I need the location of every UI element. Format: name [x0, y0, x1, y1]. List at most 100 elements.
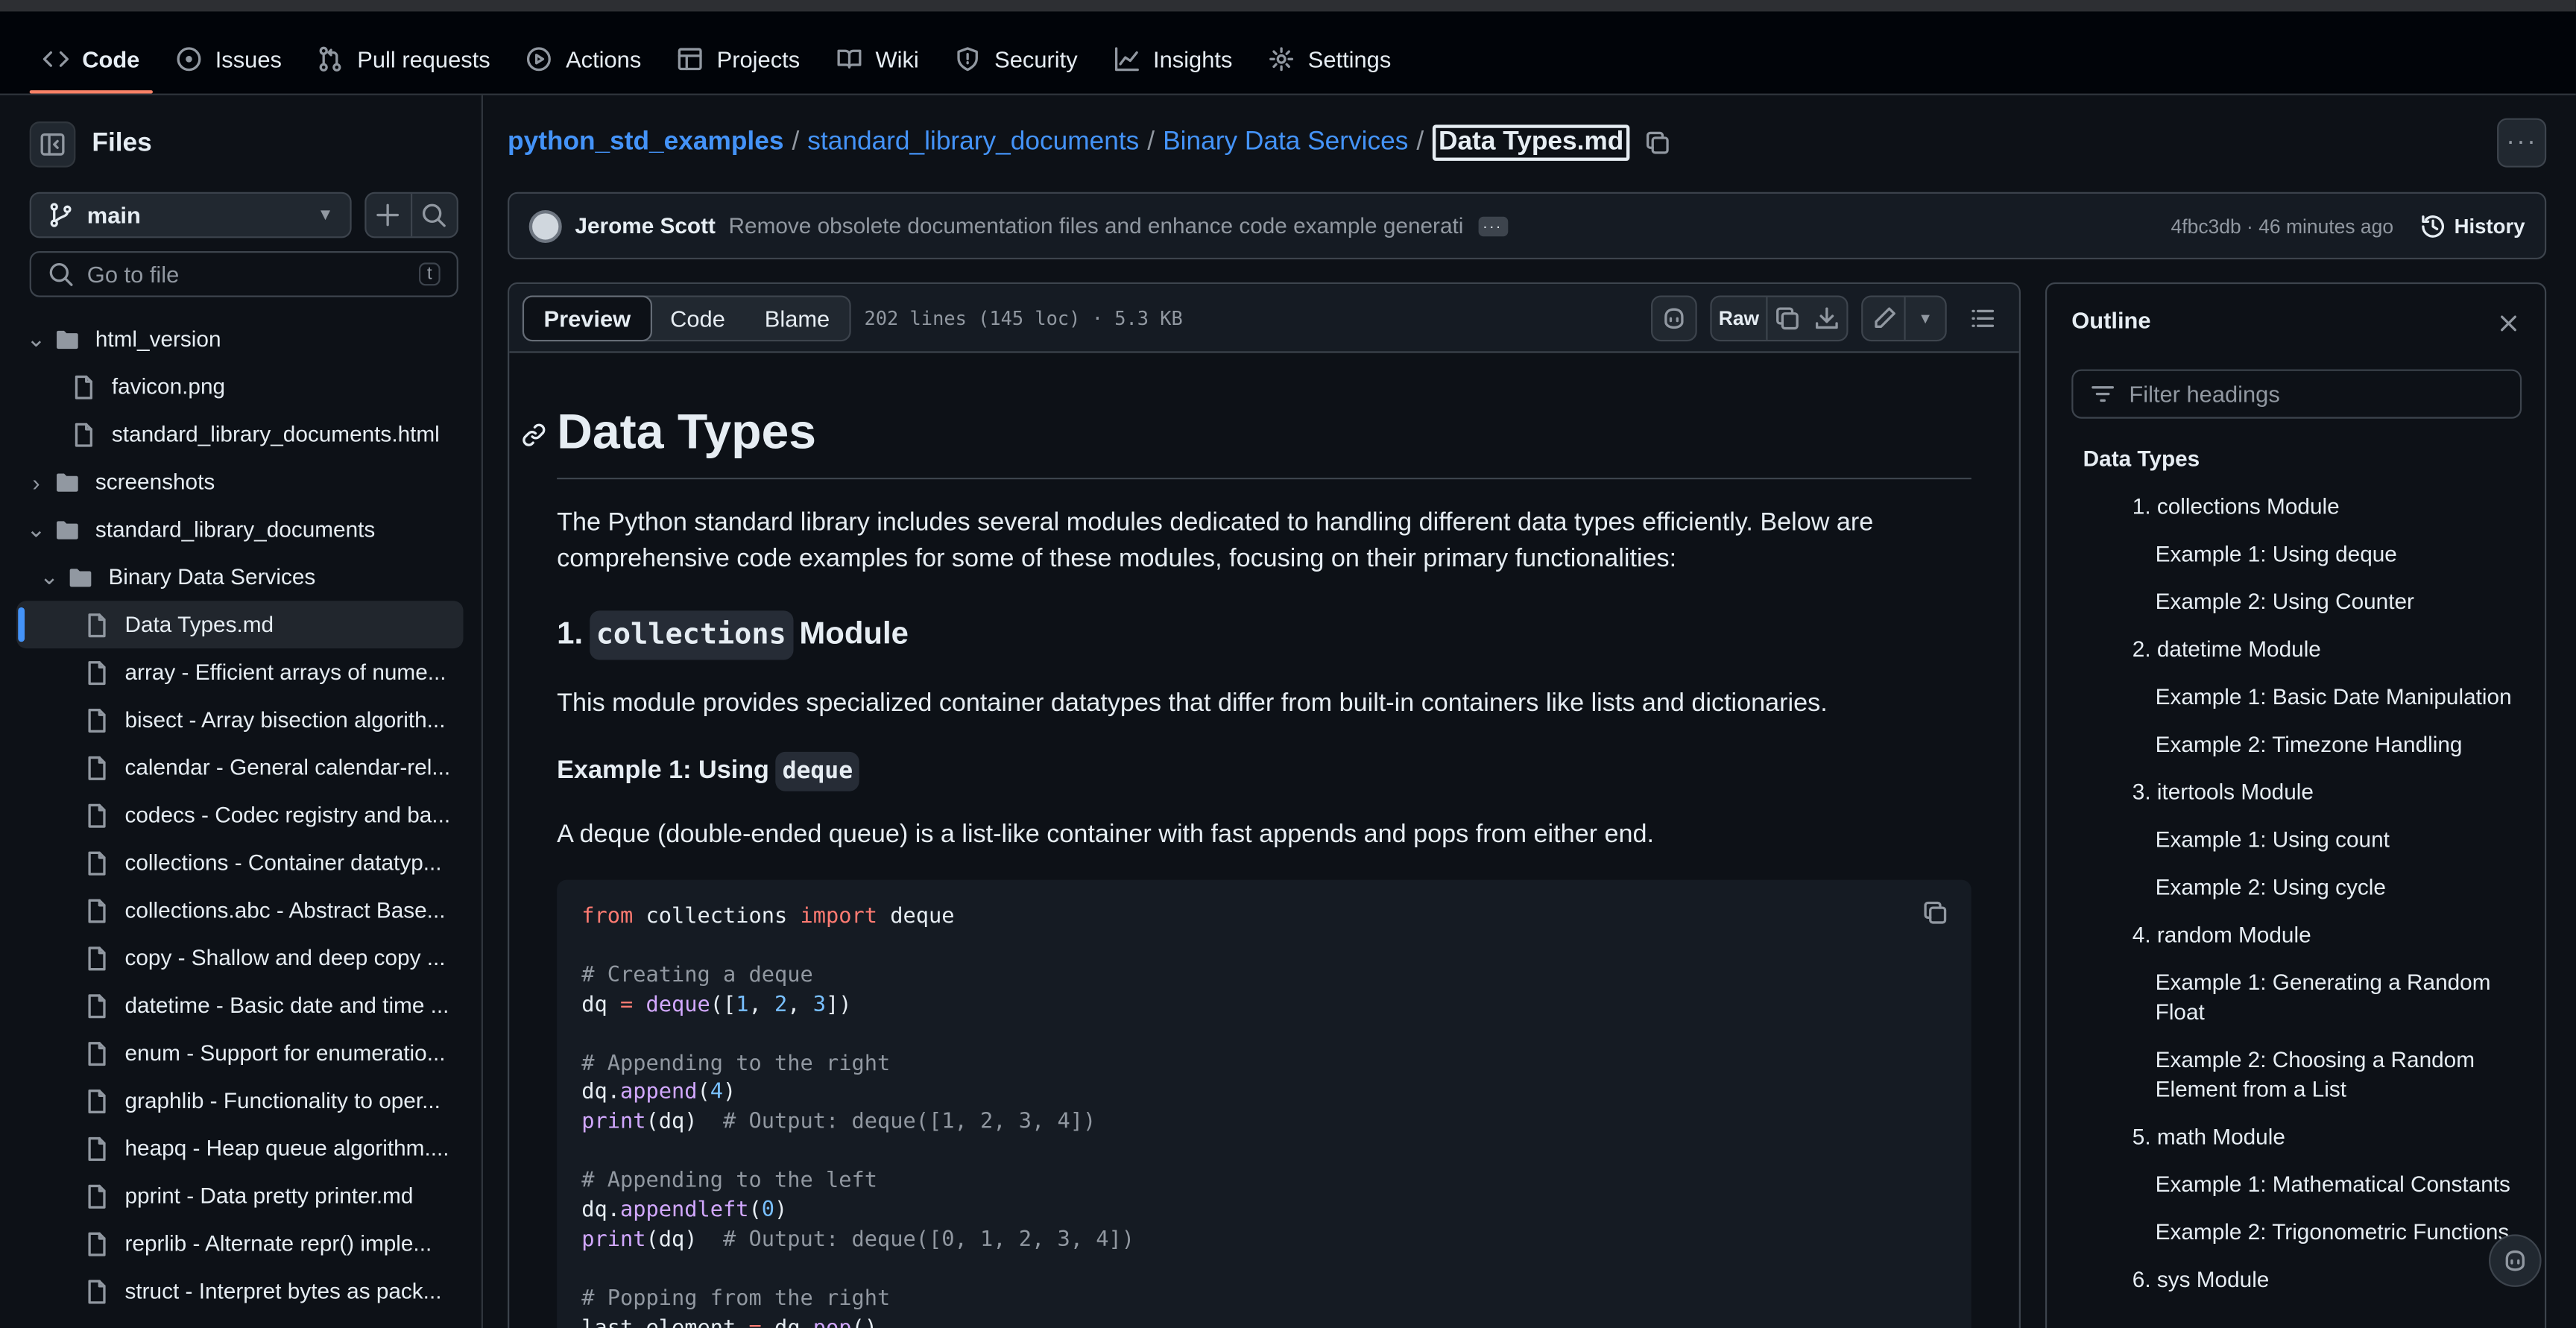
copy-raw-button[interactable]: [1768, 297, 1808, 339]
file-icon: [66, 373, 101, 399]
filter-headings-input[interactable]: Filter headings: [2071, 369, 2522, 419]
edit-dropdown-button[interactable]: ▼: [1906, 297, 1945, 339]
gear-icon: [1269, 46, 1295, 72]
outline-item[interactable]: 6. sys Module: [2083, 1256, 2527, 1303]
chevron-down-icon[interactable]: ⌄: [36, 563, 62, 591]
download-button[interactable]: [1807, 297, 1846, 339]
chevron-right-icon[interactable]: ›: [23, 469, 49, 495]
tree-file[interactable]: collections - Container datatyp...: [16, 839, 463, 887]
tab-label: Settings: [1307, 45, 1392, 72]
tree-file[interactable]: enum - Support for enumeratio...: [16, 1029, 463, 1077]
folder-icon: [49, 516, 85, 543]
blame-tab[interactable]: Blame: [745, 297, 849, 339]
pencil-icon: [1870, 305, 1896, 331]
repo-tabs: Code Issues Pull requests Actions Projec…: [29, 26, 1414, 95]
breadcrumb-folder-link[interactable]: Binary Data Services: [1163, 128, 1408, 158]
tree-file[interactable]: favicon.png: [16, 363, 463, 411]
tree-file[interactable]: pprint - Data pretty printer.md: [16, 1172, 463, 1220]
outline-item[interactable]: Example 1: Mathematical Constants: [2083, 1160, 2527, 1208]
outline-item[interactable]: 5. math Module: [2083, 1113, 2527, 1160]
code-tab[interactable]: Code: [651, 297, 745, 339]
outline-item[interactable]: Example 2: Using cycle: [2083, 864, 2527, 911]
copy-code-icon[interactable]: [1922, 899, 1948, 926]
commit-sha[interactable]: 4fbc3db: [2171, 214, 2241, 237]
outline-item[interactable]: Example 1: Basic Date Manipulation: [2083, 673, 2527, 721]
more-options-button[interactable]: ···: [2497, 118, 2547, 168]
outline-item[interactable]: Example 2: Choosing a Random Element fro…: [2083, 1036, 2527, 1113]
tree-file[interactable]: datetime - Basic date and time ...: [16, 981, 463, 1029]
breadcrumb-folder-link[interactable]: standard_library_documents: [807, 128, 1139, 158]
tree-file[interactable]: codecs - Codec registry and ba...: [16, 791, 463, 839]
chevron-down-icon[interactable]: ⌄: [23, 325, 49, 352]
commit-author[interactable]: Jerome Scott: [575, 213, 716, 238]
outline-item[interactable]: Example 2: Trigonometric Functions: [2083, 1208, 2527, 1256]
add-file-button[interactable]: [366, 193, 412, 237]
tree-folder[interactable]: ⌄ standard_library_documents: [16, 505, 463, 553]
close-icon[interactable]: [2496, 310, 2522, 336]
outline-item[interactable]: 3. itertools Module: [2083, 768, 2527, 816]
tree-item-label: bisect - Array bisection algorith...: [124, 707, 446, 733]
tree-file[interactable]: heapq - Heap queue algorithm....: [16, 1125, 463, 1172]
section-suffix: Module: [799, 617, 909, 652]
outline-item[interactable]: 4. random Module: [2083, 911, 2527, 958]
commit-message[interactable]: Remove obsolete documentation files and …: [729, 213, 1462, 238]
tab-pull-requests[interactable]: Pull requests: [305, 26, 504, 92]
download-icon: [1813, 305, 1840, 331]
edit-file-button[interactable]: [1863, 296, 1906, 339]
tree-file[interactable]: standard_library_documents.html: [16, 411, 463, 458]
expand-commit-message-button[interactable]: ···: [1477, 215, 1508, 236]
sidebar-collapse-icon: [40, 131, 66, 157]
folder-icon: [49, 469, 85, 495]
code-block[interactable]: from collections import deque # Creating…: [557, 879, 1972, 1328]
file-icon: [79, 1040, 115, 1066]
history-button[interactable]: History: [2419, 212, 2525, 238]
tab-code[interactable]: Code: [29, 26, 153, 94]
collapse-sidebar-button[interactable]: [29, 121, 76, 168]
outline-item[interactable]: Example 1: Using deque: [2083, 530, 2527, 578]
outline-item[interactable]: Example 2: Timezone Handling: [2083, 721, 2527, 768]
tree-file[interactable]: copy - Shallow and deep copy ...: [16, 934, 463, 981]
tree-file[interactable]: calendar - General calendar-rel...: [16, 744, 463, 791]
outline-item[interactable]: Example 2: Using Counter: [2083, 578, 2527, 625]
outline-item[interactable]: 2. datetime Module: [2083, 625, 2527, 673]
tree-folder[interactable]: ⌄ Binary Data Services: [16, 553, 463, 601]
tab-label: Actions: [566, 45, 642, 72]
tab-issues[interactable]: Issues: [162, 26, 294, 92]
file-icon: [79, 754, 115, 780]
outline-item[interactable]: 1. collections Module: [2083, 483, 2527, 531]
tab-wiki[interactable]: Wiki: [823, 26, 932, 92]
tab-security[interactable]: Security: [942, 26, 1091, 92]
copilot-button[interactable]: [1651, 294, 1697, 341]
tab-insights[interactable]: Insights: [1101, 26, 1246, 92]
tree-folder[interactable]: › screenshots: [16, 458, 463, 506]
tree-file[interactable]: graphlib - Functionality to oper...: [16, 1077, 463, 1125]
plus-icon: [375, 202, 401, 228]
tab-projects[interactable]: Projects: [664, 26, 813, 92]
tree-file[interactable]: collections.abc - Abstract Base...: [16, 886, 463, 934]
copilot-chat-button[interactable]: [2489, 1234, 2542, 1287]
outline-item[interactable]: Example 1: Using count: [2083, 816, 2527, 864]
tree-folder[interactable]: ⌄ html_version: [16, 315, 463, 363]
tree-file[interactable]: Data Types.md: [16, 601, 464, 649]
tree-file[interactable]: reprlib - Alternate repr() imple...: [16, 1220, 463, 1268]
outline-item[interactable]: Data Types: [2083, 435, 2527, 483]
outline-toggle-button[interactable]: [1960, 294, 2006, 341]
search-files-button[interactable]: [411, 194, 457, 236]
copy-path-icon[interactable]: [1645, 130, 1671, 156]
tree-file[interactable]: array - Efficient arrays of nume...: [16, 648, 463, 696]
preview-tab[interactable]: Preview: [522, 294, 652, 341]
tab-settings[interactable]: Settings: [1255, 26, 1404, 92]
chevron-down-icon[interactable]: ⌄: [23, 516, 49, 543]
branch-selector[interactable]: main ▼: [29, 192, 352, 238]
tree-item-label: reprlib - Alternate repr() imple...: [124, 1231, 432, 1256]
go-to-file-input[interactable]: Go to file t: [29, 251, 458, 297]
tab-actions[interactable]: Actions: [514, 26, 654, 92]
tree-file[interactable]: struct - Interpret bytes as pack...: [16, 1267, 463, 1315]
breadcrumb-repo-link[interactable]: python_std_examples: [508, 128, 783, 158]
avatar[interactable]: [528, 209, 562, 242]
tree-file[interactable]: bisect - Array bisection algorith...: [16, 696, 463, 744]
raw-button[interactable]: Raw: [1712, 296, 1768, 339]
outline-item[interactable]: Example 1: Generating a Random Float: [2083, 958, 2527, 1036]
inline-code: collections: [589, 610, 793, 660]
link-icon[interactable]: [521, 422, 547, 448]
